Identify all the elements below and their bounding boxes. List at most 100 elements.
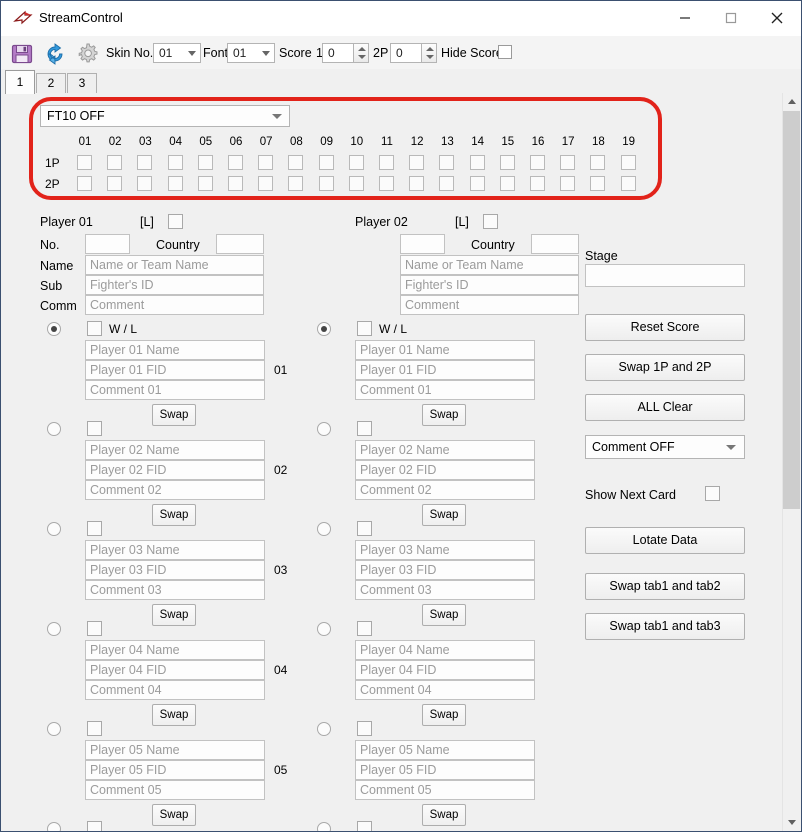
reset-score-button[interactable]: Reset Score	[585, 314, 745, 341]
ft-checkbox-1P-10[interactable]	[348, 155, 364, 170]
ft-checkbox-1P-09[interactable]	[318, 155, 334, 170]
player-1-sub-input[interactable]: Fighter's ID	[85, 275, 264, 295]
ft-checkbox-2P-07[interactable]	[258, 176, 274, 191]
name-input-2p-row-02[interactable]: Player 02 Name	[355, 440, 535, 460]
ft-checkbox-1P-15[interactable]	[499, 155, 515, 170]
player-1-name-input[interactable]: Name or Team Name	[85, 255, 264, 275]
stage-input[interactable]	[585, 264, 745, 287]
swap-button-2p-row-04[interactable]: Swap	[422, 604, 466, 626]
ft-checkbox-1P-17[interactable]	[560, 155, 576, 170]
fid-input-1p-row-05[interactable]: Player 05 FID	[85, 760, 265, 780]
ft-checkbox-2P-12[interactable]	[409, 176, 425, 191]
minimize-button[interactable]	[662, 1, 708, 35]
ft-checkbox-2P-09[interactable]	[318, 176, 334, 191]
entry-radio-2p-row-05[interactable]	[317, 722, 331, 736]
entry-checkbox-2p-row-03[interactable]	[357, 521, 372, 536]
entry-checkbox-1p-row-05[interactable]	[87, 721, 102, 736]
gear-icon[interactable]	[76, 42, 100, 66]
ft-checkbox-1P-14[interactable]	[469, 155, 485, 170]
ft-checkbox-1P-05[interactable]	[197, 155, 213, 170]
ft-checkbox-2P-16[interactable]	[530, 176, 545, 191]
comment-input-1p-row-01[interactable]: Comment 01	[85, 380, 265, 400]
swap-button-2p-row-05[interactable]: Swap	[422, 704, 466, 726]
entry-checkbox-2p-row-02[interactable]	[357, 421, 372, 436]
ft-checkbox-1P-18[interactable]	[590, 155, 606, 170]
all-clear-button[interactable]: ALL Clear	[585, 394, 745, 421]
ft-checkbox-2P-15[interactable]	[499, 176, 515, 191]
tab-3[interactable]: 3	[67, 73, 97, 94]
scroll-up-button[interactable]	[783, 93, 800, 110]
ft-checkbox-2P-03[interactable]	[137, 176, 153, 191]
tab-1[interactable]: 1	[5, 70, 35, 94]
player-1-comm-input[interactable]: Comment	[85, 295, 264, 315]
entry-radio-2p-row-02[interactable]	[317, 422, 331, 436]
maximize-button[interactable]	[708, 1, 754, 35]
swap-tab1-tab2-button[interactable]: Swap tab1 and tab2	[585, 573, 745, 600]
entry-radio-1p-row-02[interactable]	[47, 422, 61, 436]
ft-checkbox-1P-11[interactable]	[379, 155, 394, 170]
name-input-1p-row-05[interactable]: Player 05 Name	[85, 740, 265, 760]
ft-mode-select[interactable]: FT10 OFF	[40, 105, 290, 127]
refresh-icon[interactable]	[43, 42, 67, 66]
swap-button-1p-row-05[interactable]: Swap	[152, 704, 196, 726]
swap-button-2p-row-02[interactable]: Swap	[422, 404, 466, 426]
fid-input-1p-row-03[interactable]: Player 03 FID	[85, 560, 265, 580]
close-button[interactable]	[754, 1, 800, 35]
ft-checkbox-2P-05[interactable]	[197, 176, 213, 191]
player-2-sub-input[interactable]: Fighter's ID	[400, 275, 579, 295]
fid-input-1p-row-01[interactable]: Player 01 FID	[85, 360, 265, 380]
ft-checkbox-2P-01[interactable]	[77, 176, 92, 191]
entry-radio-1p-row-06[interactable]	[47, 822, 61, 831]
entry-checkbox-1p-row-04[interactable]	[87, 621, 102, 636]
tab-2[interactable]: 2	[36, 73, 66, 94]
entry-checkbox-1p-row-02[interactable]	[87, 421, 102, 436]
score-1p-stepper[interactable]	[353, 43, 369, 63]
swap-1p-2p-button[interactable]: Swap 1P and 2P	[585, 354, 745, 381]
scrollbar-thumb[interactable]	[783, 111, 800, 509]
ft-checkbox-1P-16[interactable]	[530, 155, 545, 170]
player-1-loser-checkbox[interactable]	[168, 214, 183, 229]
player-1-no-input[interactable]	[85, 234, 130, 254]
entry-radio-2p-row-01[interactable]	[317, 322, 331, 336]
ft-checkbox-1P-19[interactable]	[620, 155, 636, 170]
swap-button-1p-row-04[interactable]: Swap	[152, 604, 196, 626]
ft-checkbox-2P-04[interactable]	[167, 176, 183, 191]
entry-checkbox-2p-row-04[interactable]	[357, 621, 372, 636]
comment-input-2p-row-01[interactable]: Comment 01	[355, 380, 535, 400]
entry-radio-1p-row-01[interactable]	[47, 322, 61, 336]
font-select[interactable]: 01	[227, 43, 275, 63]
swap-button-1p-row-02[interactable]: Swap	[152, 404, 196, 426]
entry-checkbox-2p-row-01[interactable]	[357, 321, 372, 336]
ft-checkbox-2P-08[interactable]	[288, 176, 304, 191]
fid-input-2p-row-02[interactable]: Player 02 FID	[355, 460, 535, 480]
score-2p-input[interactable]: 0	[390, 43, 437, 63]
entry-radio-1p-row-05[interactable]	[47, 722, 61, 736]
score-1p-input[interactable]: 0	[322, 43, 369, 63]
fid-input-2p-row-01[interactable]: Player 01 FID	[355, 360, 535, 380]
name-input-2p-row-04[interactable]: Player 04 Name	[355, 640, 535, 660]
comment-input-2p-row-05[interactable]: Comment 05	[355, 780, 535, 800]
scroll-down-button[interactable]	[783, 814, 800, 831]
comment-input-1p-row-04[interactable]: Comment 04	[85, 680, 265, 700]
score-2p-stepper[interactable]	[421, 43, 437, 63]
comment-input-2p-row-03[interactable]: Comment 03	[355, 580, 535, 600]
skin-no-select[interactable]: 01	[153, 43, 201, 63]
ft-checkbox-1P-03[interactable]	[137, 155, 153, 170]
entry-checkbox-1p-row-03[interactable]	[87, 521, 102, 536]
comment-input-1p-row-05[interactable]: Comment 05	[85, 780, 265, 800]
entry-radio-2p-row-03[interactable]	[317, 522, 331, 536]
ft-checkbox-1P-01[interactable]	[77, 155, 92, 170]
player-2-loser-checkbox[interactable]	[483, 214, 498, 229]
entry-checkbox-1p-row-06[interactable]	[87, 821, 102, 831]
entry-radio-1p-row-04[interactable]	[47, 622, 61, 636]
lotate-data-button[interactable]: Lotate Data	[585, 527, 745, 554]
player-2-comm-input[interactable]: Comment	[400, 295, 579, 315]
entry-radio-2p-row-06[interactable]	[317, 822, 331, 831]
swap-tab1-tab3-button[interactable]: Swap tab1 and tab3	[585, 613, 745, 640]
comment-input-2p-row-04[interactable]: Comment 04	[355, 680, 535, 700]
ft-checkbox-2P-10[interactable]	[348, 176, 364, 191]
fid-input-2p-row-03[interactable]: Player 03 FID	[355, 560, 535, 580]
name-input-1p-row-02[interactable]: Player 02 Name	[85, 440, 265, 460]
ft-checkbox-1P-08[interactable]	[288, 155, 304, 170]
ft-checkbox-2P-17[interactable]	[560, 176, 576, 191]
